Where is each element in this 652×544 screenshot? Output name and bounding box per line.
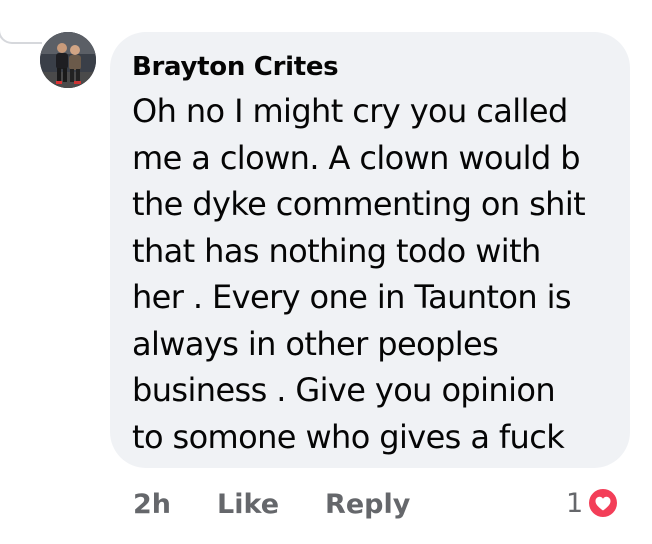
comment-bubble: Brayton Crites Oh no I might cry you cal…	[110, 32, 630, 468]
avatar[interactable]	[40, 32, 96, 88]
comment-text-line: that has nothing todo with	[132, 231, 541, 270]
comment-text-line: business . Give you opinion	[132, 371, 556, 409]
like-button[interactable]: Like	[217, 489, 279, 520]
comment-timestamp[interactable]: 2h	[133, 489, 171, 520]
comment-text-line: her . Every one in Taunton is	[132, 278, 572, 316]
reply-button[interactable]: Reply	[325, 489, 410, 520]
thread-connector-line	[0, 18, 42, 44]
comment-text-line: the dyke commenting on shit	[132, 185, 586, 223]
avatar-photo-icon	[40, 32, 96, 88]
comment-text: Oh no I might cry you called me a clown.…	[132, 88, 608, 460]
comment-actions: 2h Like Reply	[133, 486, 410, 522]
reaction-count: 1	[566, 487, 584, 519]
comment-thread: Brayton Crites Oh no I might cry you cal…	[0, 0, 652, 544]
comment-text-line: always in other peoples	[132, 324, 499, 363]
comment-text-line: to somone who gives a fuck	[132, 417, 565, 456]
reaction-summary[interactable]: 1	[566, 485, 620, 521]
love-heart-icon	[587, 487, 620, 519]
comment-text-line: Oh no I might cry you called	[132, 92, 568, 130]
comment-author-name[interactable]: Brayton Crites	[132, 50, 608, 84]
comment-text-line: me a clown. A clown would b	[132, 138, 581, 177]
